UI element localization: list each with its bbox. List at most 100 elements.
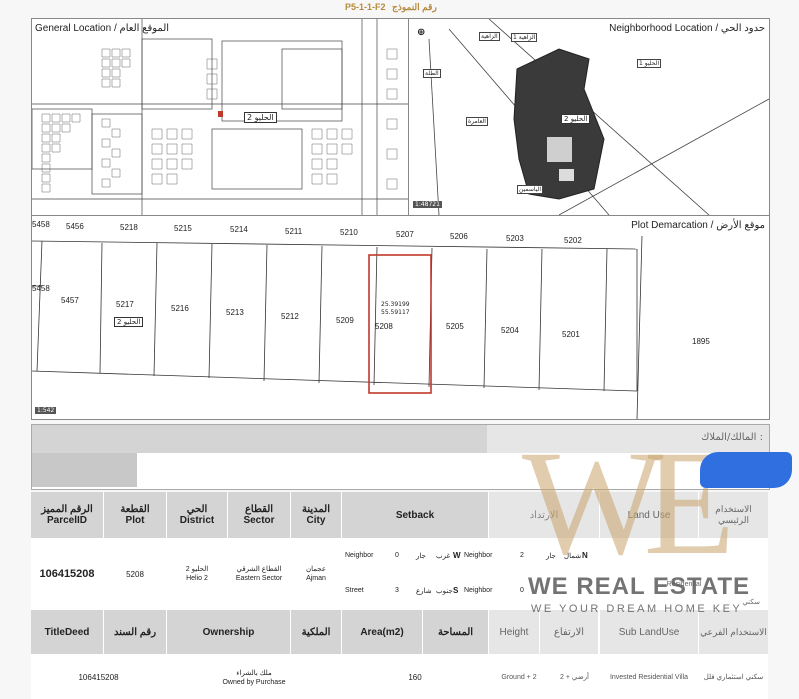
- header-area-ar: المساحة: [423, 610, 488, 654]
- plot-5201: 5201: [562, 330, 580, 339]
- watermark-name: WE REAL ESTATE: [528, 573, 751, 600]
- form-code-ar: رقم النموذج: [392, 2, 437, 12]
- header-plot-en: Plot: [125, 515, 145, 526]
- plot-5204: 5204: [501, 326, 519, 335]
- value-sub-land-use-ar: سكني استثماري فلل: [699, 656, 768, 699]
- setback-2-right-value: 0: [520, 587, 524, 594]
- plot-scale: 1:542: [35, 407, 57, 414]
- plot-top-5202: 5202: [564, 236, 582, 245]
- plot-5209: 5209: [336, 316, 354, 325]
- general-location-helio-label: الحليو 2: [244, 112, 277, 123]
- value-ownership: ملك بالشراء Owned by Purchase: [167, 656, 341, 699]
- watermark-accent-swoosh: [700, 452, 792, 488]
- value-city-ar: عجمان: [305, 566, 326, 573]
- value-sub-land-use: Invested Residential Villa: [600, 656, 698, 699]
- neighborhood-mark-yasmeen: الياسمين: [517, 185, 544, 194]
- header-city: المدينة City: [291, 492, 341, 538]
- plot-5205: 5205: [446, 322, 464, 331]
- header-plot: القطعة Plot: [104, 492, 166, 538]
- header-title-deed: TitleDeed: [31, 610, 103, 654]
- header-ownership: Ownership: [167, 610, 290, 654]
- plot-5208: 5208: [375, 322, 393, 331]
- plot-5216: 5216: [171, 304, 189, 313]
- value-ownership-en: Owned by Purchase: [222, 678, 286, 686]
- value-city-en: Ajman: [306, 575, 326, 582]
- header-sub-land-use: Sub LandUse: [600, 610, 698, 654]
- value-city: عجمان Ajman: [291, 540, 341, 608]
- value-sector: القطاع الشرقي Eastern Sector: [228, 540, 290, 608]
- value-area: 160: [342, 656, 488, 699]
- header-setback: Setback: [342, 492, 488, 538]
- header-district-ar: الحي: [186, 504, 208, 515]
- setback-1-ar: جار: [416, 553, 426, 560]
- neighborhood-mark-talla: الطلة: [423, 69, 441, 78]
- plot-edge-label-left: 5458: [32, 284, 50, 293]
- plot-top-5218: 5218: [120, 223, 138, 232]
- header-city-en: City: [306, 515, 326, 526]
- header-city-ar: المدينة: [301, 504, 331, 515]
- header-plot-ar: القطعة: [120, 504, 150, 515]
- header-height: Height: [489, 610, 539, 654]
- plot-top-5214: 5214: [230, 225, 248, 234]
- header-sector-en: Sector: [243, 515, 275, 526]
- header-title-deed-ar: رقم السند: [104, 610, 166, 654]
- neighborhood-helio-label: الحليو 2: [561, 114, 591, 124]
- form-code: P5-1-1-F2 رقم النموذج: [345, 2, 437, 13]
- setback-2-dir: S: [453, 586, 459, 595]
- value-district-ar: الحليو 2: [185, 566, 209, 573]
- value-height-ar: أرضي + 2: [550, 656, 599, 699]
- header-parcel-id-ar: الرقم المميز: [41, 504, 93, 515]
- plot-top-5210: 5210: [340, 228, 358, 237]
- plot-top-5211: 5211: [285, 227, 303, 236]
- neighborhood-scale: 1:48721: [413, 201, 442, 208]
- setback-1-right-type: Neighbor: [464, 552, 493, 559]
- value-plot: 5208: [104, 540, 166, 608]
- watermark-tagline: WE YOUR DREAM HOME KEY: [531, 603, 743, 615]
- plot-top-5456: 5456: [66, 222, 84, 231]
- value-sector-ar: القطاع الشرقي: [236, 566, 282, 573]
- header-area: Area(m2): [342, 610, 422, 654]
- plot-top-5206: 5206: [450, 232, 468, 241]
- header-sub-land-use-ar: الاستخدام الفرعي: [699, 610, 768, 654]
- plot-top-5203: 5203: [506, 234, 524, 243]
- setback-1-dir: W: [453, 551, 461, 560]
- setback-2-dir-ar: جنوب: [436, 588, 453, 595]
- value-height: Ground + 2: [489, 656, 549, 699]
- header-sector-ar: القطاع: [244, 504, 274, 515]
- value-sector-en: Eastern Sector: [235, 575, 283, 582]
- plot-demarcation-panel: Plot Demarcation / موقع الأرض 5458 5458 …: [31, 215, 770, 420]
- header-district: الحي District: [167, 492, 227, 538]
- plot-edge-label-top: 5458: [32, 220, 50, 229]
- header-height-ar: الارتفاع: [540, 610, 598, 654]
- general-location-map: [32, 19, 408, 215]
- plot-5213: 5213: [226, 308, 244, 317]
- north-arrow-icon: ⊕: [417, 27, 426, 38]
- form-code-value: P5-1-1-F2: [345, 2, 386, 12]
- setback-2-ar: شارع: [416, 588, 432, 595]
- owner-redacted-bar: [32, 425, 487, 453]
- header-parcel-id: الرقم المميز ParcelID: [31, 492, 103, 538]
- neighborhood-mark-zahia: الزاهية: [479, 32, 500, 41]
- plot-district-tag: الحليو 2: [114, 317, 144, 327]
- header-parcel-id-en: ParcelID: [46, 515, 88, 526]
- plot-coordinate-lat: 25.39199: [381, 301, 410, 308]
- plot-top-5215: 5215: [174, 224, 192, 233]
- owner-name-redacted: [32, 453, 137, 487]
- watermark-logo: WE: [522, 420, 735, 586]
- header-sector: القطاع Sector: [228, 492, 290, 538]
- setback-1-dir-ar: غرب: [436, 553, 451, 560]
- neighborhood-mark-helio1: الحليو 1: [637, 59, 661, 68]
- value-district-en: Helio 2: [186, 575, 208, 582]
- general-location-panel: General Location / الموقع العام الحليو 2: [31, 18, 409, 216]
- setback-2-right-type: Neighbor: [464, 587, 493, 594]
- value-title-deed: 106415208: [31, 656, 166, 699]
- plot-1895: 1895: [692, 337, 710, 346]
- setback-1-value: 0: [395, 552, 399, 559]
- neighborhood-mark-zahia1: الزاهية 1: [511, 33, 538, 42]
- setback-2-type: Street: [345, 587, 364, 594]
- neighborhood-mark-ameera: العامرة: [466, 117, 488, 126]
- plot-5212: 5212: [281, 312, 299, 321]
- value-parcel-id: 106415208: [31, 540, 103, 608]
- setback-2-value: 3: [395, 587, 399, 594]
- header-district-en: District: [179, 515, 215, 526]
